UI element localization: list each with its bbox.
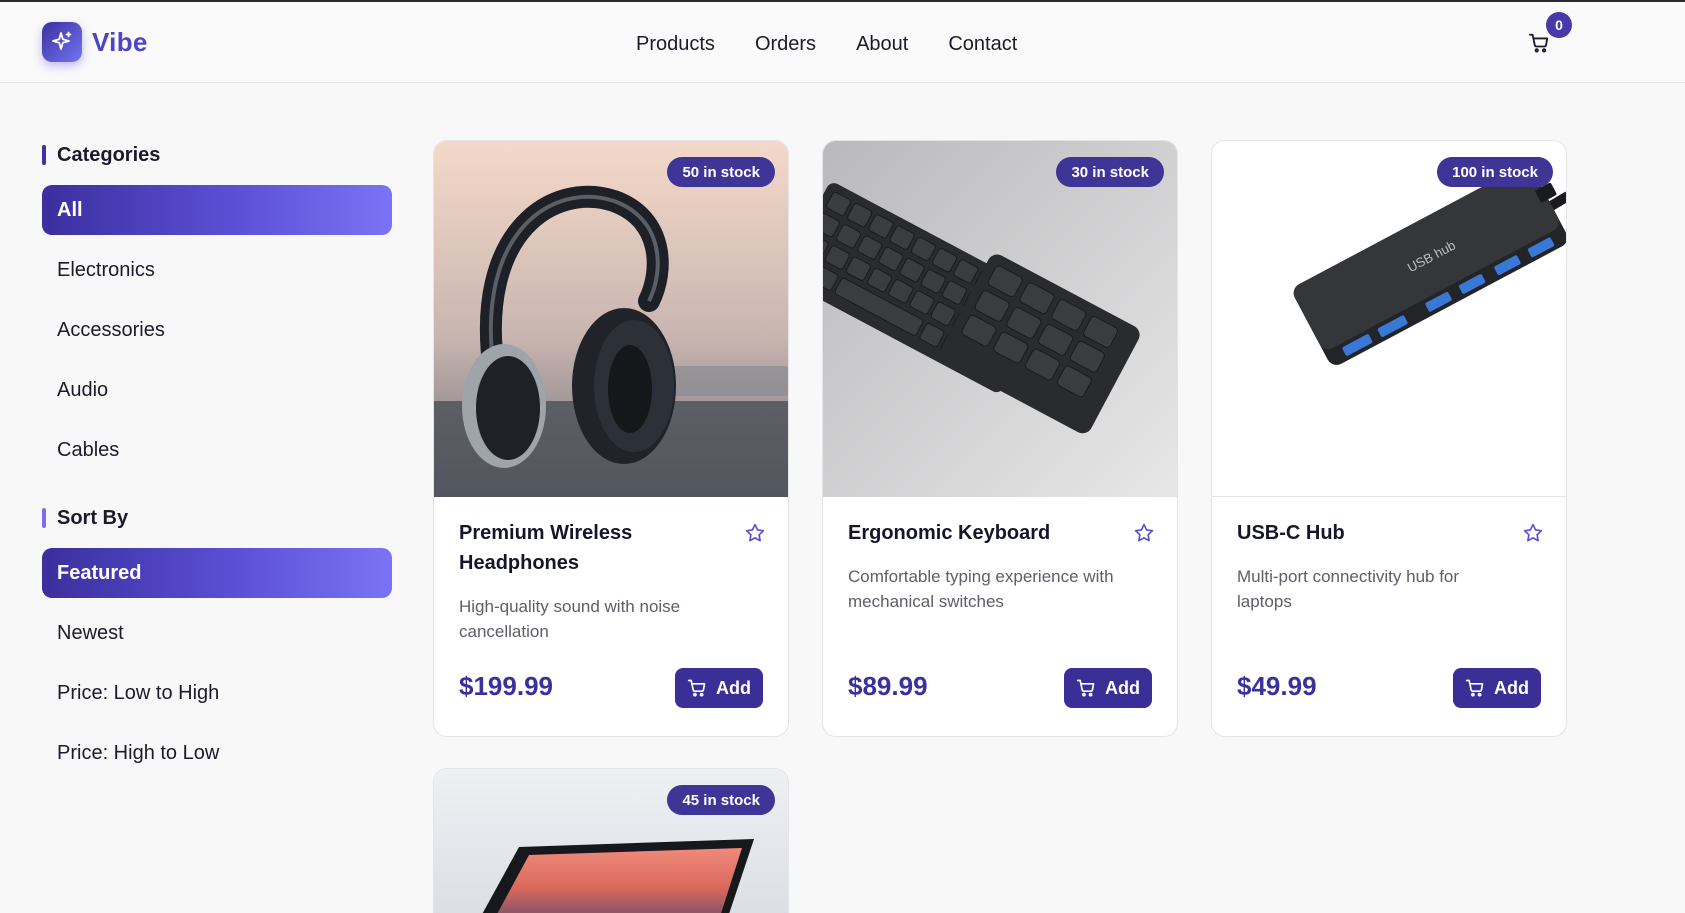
brand-name: Vibe — [92, 26, 148, 57]
product-price: $89.99 — [848, 671, 928, 701]
product-price: $49.99 — [1237, 671, 1317, 701]
product-info: Premium Wireless Headphones High-quality… — [459, 518, 766, 644]
product-description: Comfortable typing experience with mecha… — [848, 567, 1114, 611]
category-list: All Electronics Accessories Audio Cables — [42, 185, 392, 475]
product-image-headphones[interactable]: 50 in stock — [434, 141, 788, 497]
add-button-label: Add — [1494, 677, 1529, 698]
sort-price-high-low[interactable]: Price: High to Low — [42, 728, 392, 778]
category-accessories[interactable]: Accessories — [42, 305, 392, 355]
category-cables[interactable]: Cables — [42, 425, 392, 475]
add-button-label: Add — [1105, 677, 1140, 698]
product-card[interactable]: USB hub 100 in stock USB-C Hub Multi-por… — [1211, 140, 1567, 737]
stock-badge: 30 in stock — [1056, 157, 1164, 187]
add-button-label: Add — [716, 677, 751, 698]
cart-icon[interactable] — [1528, 32, 1552, 56]
product-name[interactable]: USB-C Hub — [1237, 518, 1497, 548]
sort-heading: Sort By — [42, 503, 392, 533]
product-info: Ergonomic Keyboard Comfortable typing ex… — [848, 518, 1155, 614]
heading-accent-bar — [42, 145, 46, 165]
product-card[interactable]: 45 in stock — [433, 768, 789, 913]
cart-icon — [1465, 679, 1484, 697]
cart-icon — [1076, 679, 1095, 697]
main-nav: Products Orders About Contact — [636, 30, 1057, 58]
stock-badge: 50 in stock — [667, 157, 775, 187]
nav-products[interactable]: Products — [636, 30, 715, 58]
add-to-cart-button[interactable]: Add — [1064, 668, 1152, 708]
heading-accent-bar — [42, 508, 46, 528]
sort-heading-label: Sort By — [57, 506, 129, 529]
product-card[interactable]: 30 in stock Ergonomic Keyboard Comfortab… — [822, 140, 1178, 737]
brand-logo[interactable]: Vibe — [42, 22, 148, 62]
product-price: $199.99 — [459, 671, 553, 701]
nav-orders[interactable]: Orders — [755, 30, 816, 58]
sort-price-low-high[interactable]: Price: Low to High — [42, 668, 392, 718]
sparkle-icon — [42, 22, 82, 62]
product-image-laptop[interactable]: 45 in stock — [434, 769, 788, 913]
category-all[interactable]: All — [42, 185, 392, 235]
star-icon[interactable] — [1522, 522, 1544, 544]
nav-contact[interactable]: Contact — [948, 30, 1017, 58]
star-icon[interactable] — [744, 522, 766, 544]
cart-icon — [687, 679, 706, 697]
product-image-keyboard[interactable]: 30 in stock — [823, 141, 1177, 497]
category-electronics[interactable]: Electronics — [42, 245, 392, 295]
sort-newest[interactable]: Newest — [42, 608, 392, 658]
star-icon[interactable] — [1133, 522, 1155, 544]
add-to-cart-button[interactable]: Add — [1453, 668, 1541, 708]
stock-badge: 45 in stock — [667, 785, 775, 815]
product-name[interactable]: Ergonomic Keyboard — [848, 518, 1108, 548]
sort-featured[interactable]: Featured — [42, 548, 392, 598]
category-audio[interactable]: Audio — [42, 365, 392, 415]
stock-badge: 100 in stock — [1437, 157, 1553, 187]
add-to-cart-button[interactable]: Add — [675, 668, 763, 708]
product-info: USB-C Hub Multi-port connectivity hub fo… — [1237, 518, 1544, 614]
product-card[interactable]: 50 in stock Premium Wireless Headphones … — [433, 140, 789, 737]
cart-count-badge: 0 — [1546, 12, 1572, 38]
product-description: High-quality sound with noise cancellati… — [459, 597, 681, 641]
nav-about[interactable]: About — [856, 30, 908, 58]
filter-sidebar: Categories All Electronics Accessories A… — [42, 140, 392, 788]
sort-section: Sort By Featured Newest Price: Low to Hi… — [42, 503, 392, 778]
categories-heading: Categories — [42, 140, 392, 170]
product-name[interactable]: Premium Wireless Headphones — [459, 518, 719, 578]
product-description: Multi-port connectivity hub for laptops — [1237, 567, 1460, 611]
product-image-usb-hub[interactable]: USB hub 100 in stock — [1212, 141, 1566, 497]
sort-list: Featured Newest Price: Low to High Price… — [42, 548, 392, 778]
top-navbar: Vibe Products Orders About Contact 0 — [0, 2, 1685, 83]
categories-heading-label: Categories — [57, 143, 161, 166]
